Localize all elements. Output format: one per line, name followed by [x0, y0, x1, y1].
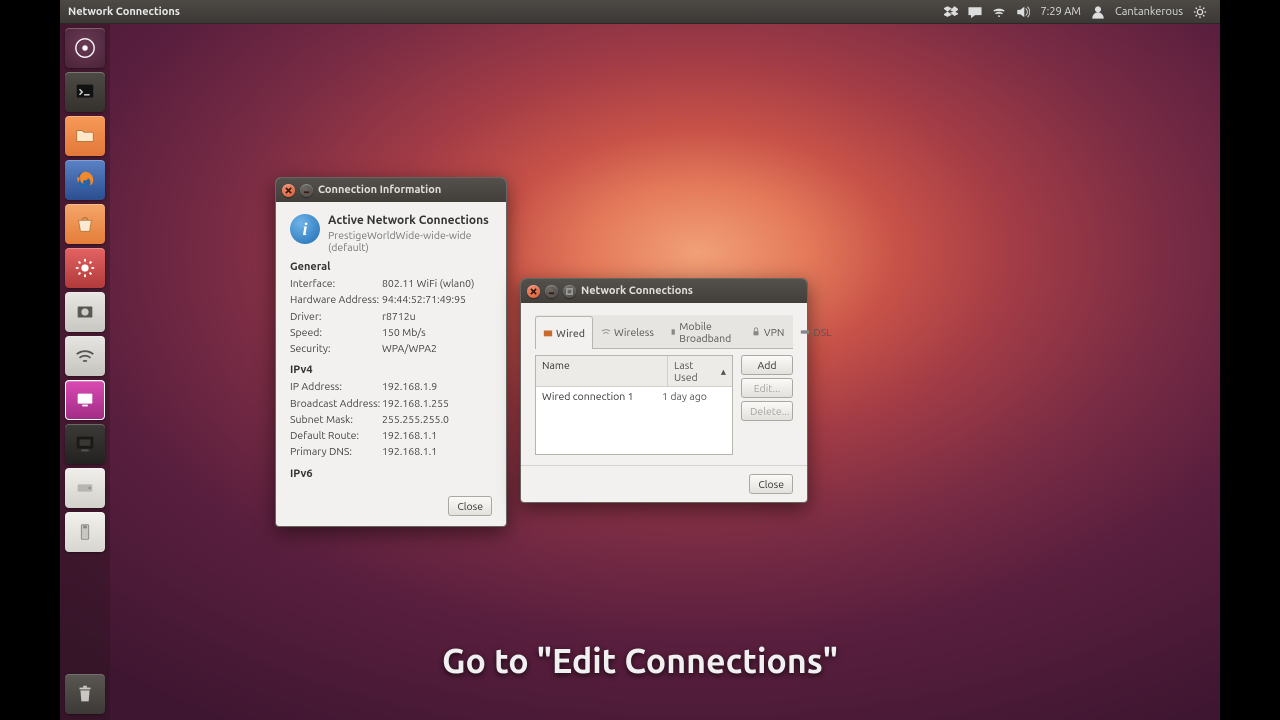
external-media-icon[interactable]: [65, 512, 105, 552]
delete-button[interactable]: Delete...: [741, 401, 793, 421]
row-name: Wired connection 1: [542, 390, 662, 402]
kv-key: Speed:: [290, 324, 382, 340]
tab-mobile-broadband[interactable]: Mobile Broadband: [662, 315, 743, 348]
kv-value: 255.255.255.0: [382, 411, 449, 427]
kv-key: Driver:: [290, 308, 382, 324]
dropbox-icon[interactable]: [944, 5, 958, 19]
kv-value: r8712u: [382, 308, 416, 324]
top-menubar: Network Connections 7:29 AM Cantankerous: [60, 0, 1220, 24]
column-last-used[interactable]: Last Used▴: [668, 356, 732, 386]
wifi-settings-icon[interactable]: [65, 336, 105, 376]
kv-value: 150 Mb/s: [382, 324, 426, 340]
tutorial-caption: Go to "Edit Connections": [60, 642, 1220, 680]
software-center-icon[interactable]: [65, 204, 105, 244]
internal-drive-icon[interactable]: [65, 468, 105, 508]
connections-list[interactable]: Name Last Used▴ Wired connection 1 1 day…: [535, 355, 733, 455]
menubar-title: Network Connections: [68, 6, 180, 18]
section-label-ipv6: IPv6: [290, 468, 492, 480]
messages-icon[interactable]: [968, 5, 982, 19]
kv-key: IP Address:: [290, 378, 382, 394]
kv-value: 192.168.1.9: [382, 378, 437, 394]
kv-key: Default Route:: [290, 427, 382, 443]
username[interactable]: Cantankerous: [1115, 6, 1183, 18]
window-title: Network Connections: [581, 285, 693, 297]
window-title: Connection Information: [318, 184, 441, 196]
remote-desktop-icon[interactable]: [65, 380, 105, 420]
minimize-icon[interactable]: [545, 285, 558, 298]
files-icon[interactable]: [65, 116, 105, 156]
window-titlebar[interactable]: Network Connections: [521, 279, 807, 303]
unity-launcher: [60, 24, 110, 720]
table-row[interactable]: Wired connection 1 1 day ago: [536, 387, 732, 405]
sound-icon[interactable]: [1016, 5, 1030, 19]
minimize-icon[interactable]: [300, 184, 313, 197]
kv-value: 192.168.1.1: [382, 443, 437, 459]
window-titlebar[interactable]: Connection Information: [276, 178, 506, 202]
info-icon: i: [290, 214, 320, 244]
kv-key: Subnet Mask:: [290, 411, 382, 427]
system-monitor-icon[interactable]: [65, 424, 105, 464]
terminal-icon[interactable]: [65, 72, 105, 112]
trash-icon[interactable]: [65, 674, 105, 714]
sort-asc-icon: ▴: [721, 365, 726, 378]
row-last-used: 1 day ago: [662, 390, 726, 402]
tab-dsl[interactable]: DSL: [792, 315, 839, 348]
settings-gear-icon[interactable]: [65, 248, 105, 288]
add-button[interactable]: Add: [741, 355, 793, 375]
kv-value: 192.168.1.255: [382, 395, 449, 411]
close-icon[interactable]: [527, 285, 540, 298]
kv-value: 802.11 WiFi (wlan0): [382, 275, 474, 291]
close-icon[interactable]: [282, 184, 295, 197]
connection-information-window: Connection Information i Active Network …: [275, 177, 507, 527]
tab-wired[interactable]: Wired: [535, 316, 593, 349]
wifi-icon: [601, 327, 611, 337]
clock[interactable]: 7:29 AM: [1040, 6, 1081, 18]
dash-home-icon[interactable]: [65, 28, 105, 68]
lock-icon: [751, 327, 761, 337]
firefox-icon[interactable]: [65, 160, 105, 200]
kv-value: WPA/WPA2: [382, 340, 437, 356]
tabs: Wired Wireless Mobile Broadband VPN DSL: [535, 315, 793, 349]
kv-value: 192.168.1.1: [382, 427, 437, 443]
mobile-icon: [670, 327, 676, 337]
wifi-icon[interactable]: [992, 5, 1006, 19]
edit-button[interactable]: Edit...: [741, 378, 793, 398]
column-name[interactable]: Name: [536, 356, 668, 386]
kv-key: Broadcast Address:: [290, 395, 382, 411]
kv-key: Interface:: [290, 275, 382, 291]
section-label-ipv4: IPv4: [290, 364, 492, 376]
kv-key: Primary DNS:: [290, 443, 382, 459]
tab-vpn[interactable]: VPN: [743, 315, 792, 348]
section-label-general: General: [290, 261, 492, 273]
close-button[interactable]: Close: [749, 474, 793, 494]
maximize-icon[interactable]: [563, 285, 576, 298]
session-gear-icon[interactable]: [1193, 5, 1207, 19]
connection-name: PrestigeWorldWide-wide-wide (default): [328, 229, 492, 253]
dsl-icon: [800, 327, 810, 337]
kv-key: Hardware Address:: [290, 291, 382, 307]
tab-wireless[interactable]: Wireless: [593, 315, 662, 348]
network-connections-window: Network Connections Wired Wireless Mobil…: [520, 278, 808, 503]
kv-value: 94:44:52:71:49:95: [382, 291, 466, 307]
close-button[interactable]: Close: [448, 496, 492, 516]
disk-utility-icon[interactable]: [65, 292, 105, 332]
kv-key: Security:: [290, 340, 382, 356]
ethernet-icon: [543, 328, 553, 338]
user-icon[interactable]: [1091, 5, 1105, 19]
dialog-heading: Active Network Connections: [328, 214, 492, 227]
